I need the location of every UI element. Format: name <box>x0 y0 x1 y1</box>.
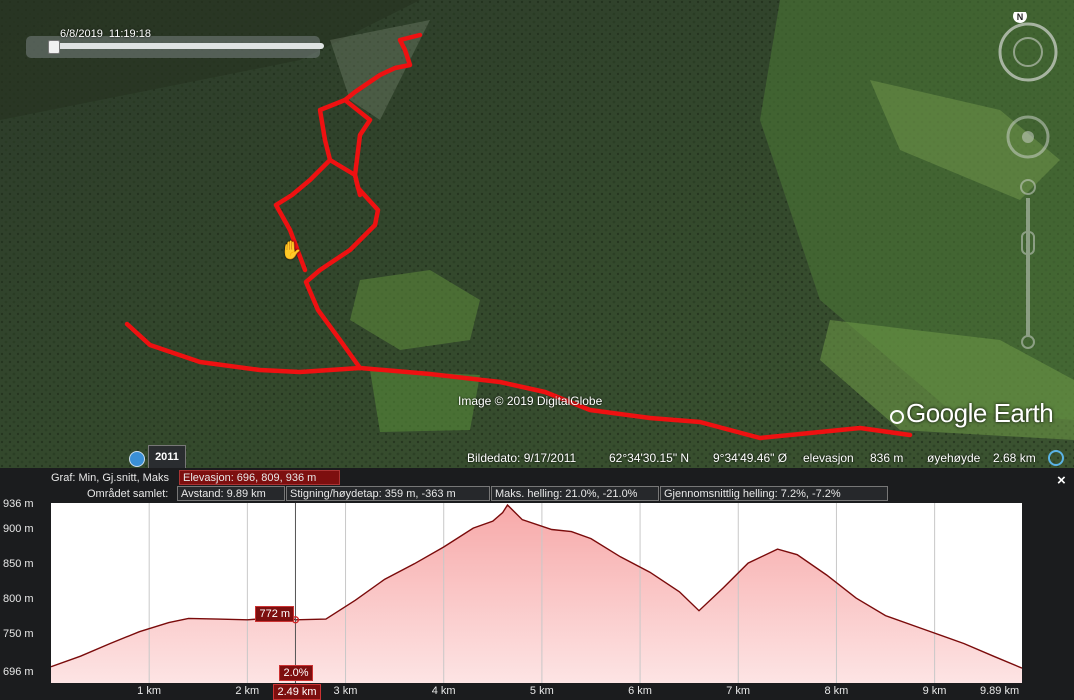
graph-stats-row: Graf: Min, Gj.snitt, Maks <box>0 470 1074 486</box>
graph-label[interactable]: Graf: Min, Gj.snitt, Maks <box>51 472 169 484</box>
y-tick-label: 900 m <box>3 523 34 536</box>
navigation-controls[interactable]: N <box>992 9 1062 357</box>
x-tick-label: 7 km <box>726 685 751 697</box>
elevation-value: 836 m <box>870 451 904 465</box>
y-tick-label: 800 m <box>3 593 34 606</box>
logo-ring-icon <box>890 410 904 424</box>
latitude-readout: 62°34'30.15" N <box>609 451 690 465</box>
cursor-elevation-label: 772 m <box>255 605 295 622</box>
map-view[interactable]: 6/8/2019 11:19:18 N ✋ Image © 2019 Digit… <box>0 0 1074 468</box>
logo-text: Google Earth <box>906 398 1054 428</box>
max-slope-box: Maks. helling: 21.0%, -21.0% <box>491 486 659 501</box>
compass-icon[interactable]: N <box>998 9 1058 82</box>
x-tick-label: 3 km <box>333 685 358 697</box>
time-slider-label: 6/8/2019 11:19:18 <box>60 28 151 40</box>
svg-text:N: N <box>1017 12 1024 22</box>
google-earth-logo: Google Earth <box>890 398 1054 429</box>
elevation-area <box>51 505 1022 683</box>
x-tick-label: 9.89 km <box>980 685 1020 697</box>
elevation-stats-box[interactable]: Elevasjon: 696, 809, 936 m <box>179 470 340 485</box>
zoom-slider[interactable] <box>1020 179 1036 349</box>
streaming-globe-icon <box>1048 450 1064 466</box>
time-slider-track[interactable] <box>54 43 324 49</box>
y-tick-label: 750 m <box>3 628 34 641</box>
longitude-readout: 9°34'49.46" Ø <box>713 451 788 465</box>
y-tick-label: 696 m <box>3 666 34 678</box>
y-tick-label: 850 m <box>3 558 34 571</box>
elevation-label: elevasjon <box>803 451 854 465</box>
x-tick-label: 9 km <box>922 685 947 697</box>
distance-box: Avstand: 9.89 km <box>177 486 285 501</box>
elevation-plot-area[interactable] <box>50 503 1023 683</box>
elevation-profile-chart[interactable] <box>50 503 1023 683</box>
cursor-slope-label: 2.0% <box>279 665 313 681</box>
x-tick-label: 2 km <box>235 685 260 697</box>
x-tick-label: 5 km <box>529 685 554 697</box>
x-tick-label: 8 km <box>824 685 849 697</box>
x-tick-label: 6 km <box>628 685 652 697</box>
hand-cursor-icon: ✋ <box>280 240 303 260</box>
look-joystick-icon[interactable] <box>1006 115 1050 159</box>
eye-altitude-value: 2.68 km <box>993 451 1036 465</box>
cursor-distance-label: 2.49 km <box>273 684 321 700</box>
eye-altitude-label: øyehøyde <box>927 451 981 465</box>
avg-slope-box: Gjennomsnittlig helling: 7.2%, -7.2% <box>660 486 888 501</box>
area-label: Området samlet: <box>87 488 169 500</box>
image-date: Bildedato: 9/17/2011 <box>467 451 577 465</box>
x-tick-label: 1 km <box>137 685 162 697</box>
climb-box: Stigning/høydetap: 359 m, -363 m <box>286 486 490 501</box>
image-credit: Image © 2019 DigitalGlobe <box>458 394 603 408</box>
time-slider-handle[interactable] <box>48 40 60 54</box>
y-tick-label: 936 m <box>3 498 34 510</box>
x-tick-label: 4 km <box>431 685 456 697</box>
status-bar: Bildedato: 9/17/2011 62°34'30.15" N 9°34… <box>0 446 1074 468</box>
